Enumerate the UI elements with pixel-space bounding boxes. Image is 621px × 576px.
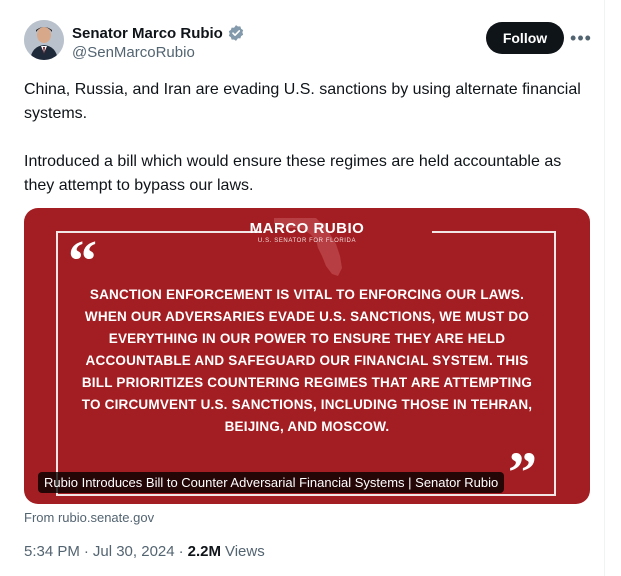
tweet-date[interactable]: Jul 30, 2024 bbox=[93, 543, 175, 560]
follow-button[interactable]: Follow bbox=[486, 22, 564, 54]
meta-separator: · bbox=[178, 543, 184, 560]
avatar-image bbox=[24, 20, 64, 60]
views-count: 2.2M bbox=[187, 543, 221, 560]
author-handle[interactable]: @SenMarcoRubio bbox=[72, 44, 195, 61]
views-label: Views bbox=[224, 543, 265, 560]
card-quote-text: SANCTION ENFORCEMENT IS VITAL TO ENFORCI… bbox=[81, 287, 533, 434]
avatar[interactable] bbox=[24, 20, 64, 60]
tweet-paragraph: Introduced a bill which would ensure the… bbox=[24, 153, 562, 194]
meta-separator: · bbox=[83, 543, 89, 560]
brand-name: MARCO RUBIO bbox=[249, 220, 365, 237]
tweet-text: China, Russia, and Iran are evading U.S.… bbox=[24, 78, 584, 198]
author-name-row: Senator Marco Rubio bbox=[72, 24, 245, 42]
verified-badge-icon[interactable] bbox=[227, 24, 245, 42]
tweet-container: Senator Marco Rubio @SenMarcoRubio Follo… bbox=[0, 0, 605, 576]
author-name[interactable]: Senator Marco Rubio bbox=[72, 25, 223, 42]
link-card[interactable]: MARCO RUBIO U.S. SENATOR FOR FLORIDA “ S… bbox=[24, 208, 590, 504]
more-options-icon[interactable]: ••• bbox=[568, 26, 594, 50]
tweet-time[interactable]: 5:34 PM bbox=[24, 543, 80, 560]
brand-subtitle: U.S. SENATOR FOR FLORIDA bbox=[257, 238, 357, 244]
tweet-meta: 5:34 PM · Jul 30, 2024 · 2.2M Views bbox=[24, 543, 265, 560]
card-title[interactable]: Rubio Introduces Bill to Counter Adversa… bbox=[38, 472, 505, 493]
open-quote-icon: “ bbox=[68, 228, 97, 293]
close-quote-icon: ” bbox=[508, 440, 537, 504]
card-source-link[interactable]: From rubio.senate.gov bbox=[24, 510, 154, 525]
card-brand: MARCO RUBIO U.S. SENATOR FOR FLORIDA bbox=[24, 220, 590, 244]
tweet-paragraph: China, Russia, and Iran are evading U.S.… bbox=[24, 81, 581, 122]
